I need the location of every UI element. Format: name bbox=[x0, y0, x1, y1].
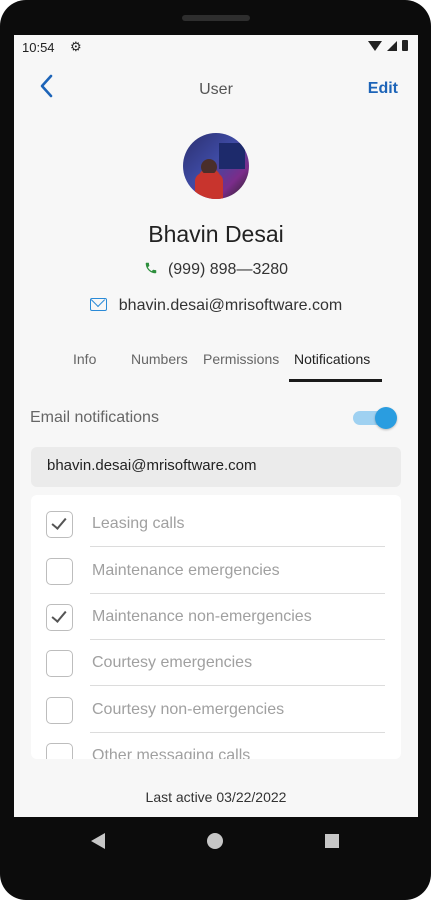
nav-recents-icon[interactable] bbox=[325, 834, 339, 848]
checkbox-other-messaging-calls[interactable] bbox=[46, 743, 73, 759]
list-item[interactable]: Maintenance emergencies bbox=[31, 548, 401, 594]
email-notifications-label: Email notifications bbox=[30, 409, 159, 426]
list-item[interactable]: Courtesy non-emergencies bbox=[31, 687, 401, 733]
phone-frame: 10:54 ⚙ User Edit ​ Bhavin Desai (999) bbox=[0, 0, 431, 900]
battery-icon bbox=[402, 40, 408, 51]
divider bbox=[90, 546, 385, 547]
page-title: User bbox=[199, 81, 233, 98]
last-active-text: Last active 03/22/2022 bbox=[145, 789, 287, 805]
list-item[interactable]: Other messaging calls bbox=[31, 733, 401, 759]
wifi-icon bbox=[368, 40, 382, 51]
divider bbox=[90, 685, 385, 686]
notification-email-field[interactable] bbox=[31, 447, 401, 487]
checkbox-courtesy-emergencies[interactable] bbox=[46, 650, 73, 677]
user-name: Bhavin Desai bbox=[148, 221, 284, 247]
checkbox-leasing-calls[interactable] bbox=[46, 511, 73, 538]
avatar: ​ bbox=[183, 133, 249, 199]
list-item[interactable]: Courtesy emergencies bbox=[31, 640, 401, 686]
tab-permissions[interactable]: Permissions bbox=[203, 351, 279, 367]
status-icons bbox=[368, 40, 408, 51]
list-item-label: Leasing calls bbox=[92, 515, 185, 532]
avatar-person-body bbox=[195, 173, 223, 199]
tab-bar: Info Numbers Permissions Notifications bbox=[14, 347, 418, 383]
email-address: bhavin.desai@mrisoftware.com bbox=[118, 297, 343, 314]
list-item[interactable]: Maintenance non-emergencies bbox=[31, 594, 401, 640]
active-tab-indicator bbox=[289, 379, 382, 382]
list-item-label: Maintenance emergencies bbox=[92, 562, 280, 579]
list-item[interactable]: Leasing calls bbox=[31, 501, 401, 547]
app-screen: 10:54 ⚙ User Edit ​ Bhavin Desai (999) bbox=[14, 35, 418, 817]
gear-icon: ⚙ bbox=[70, 39, 82, 54]
edit-button[interactable]: Edit bbox=[368, 80, 398, 98]
avatar-banner-graphic: ​ bbox=[219, 143, 245, 169]
footer: Last active 03/22/2022 bbox=[14, 759, 418, 817]
list-item-label: Maintenance non-emergencies bbox=[92, 608, 312, 625]
app-bar: User Edit bbox=[14, 71, 418, 107]
list-item-label: Courtesy emergencies bbox=[92, 654, 253, 671]
phone-row[interactable]: (999) 898—3280 bbox=[14, 261, 418, 279]
tab-numbers[interactable]: Numbers bbox=[131, 351, 188, 367]
email-notifications-toggle[interactable] bbox=[353, 407, 397, 429]
tab-info[interactable]: Info bbox=[73, 351, 96, 367]
nav-home-icon[interactable] bbox=[207, 833, 223, 849]
email-row[interactable]: bhavin.desai@mrisoftware.com bbox=[14, 297, 418, 315]
checkbox-maintenance-non-emergencies[interactable] bbox=[46, 604, 73, 631]
signal-icon bbox=[387, 40, 397, 51]
checkbox-maintenance-emergencies[interactable] bbox=[46, 558, 73, 585]
status-time: 10:54 bbox=[22, 40, 55, 55]
tab-notifications[interactable]: Notifications bbox=[294, 351, 370, 367]
status-bar: 10:54 ⚙ bbox=[14, 35, 418, 59]
mail-icon bbox=[89, 298, 107, 311]
nav-back-icon[interactable] bbox=[91, 833, 105, 849]
list-item-label: Other messaging calls bbox=[92, 747, 251, 759]
checkbox-courtesy-non-emergencies[interactable] bbox=[46, 697, 73, 724]
phone-number: (999) 898—3280 bbox=[167, 261, 289, 278]
system-nav-bar bbox=[0, 817, 431, 867]
notification-email-input[interactable] bbox=[47, 457, 387, 474]
list-item-label: Courtesy non-emergencies bbox=[92, 701, 285, 718]
phone-icon bbox=[144, 261, 158, 278]
speaker-grille bbox=[182, 15, 250, 21]
notification-options-list: Leasing calls Maintenance emergencies Ma… bbox=[31, 495, 401, 759]
toggle-knob bbox=[375, 407, 397, 429]
